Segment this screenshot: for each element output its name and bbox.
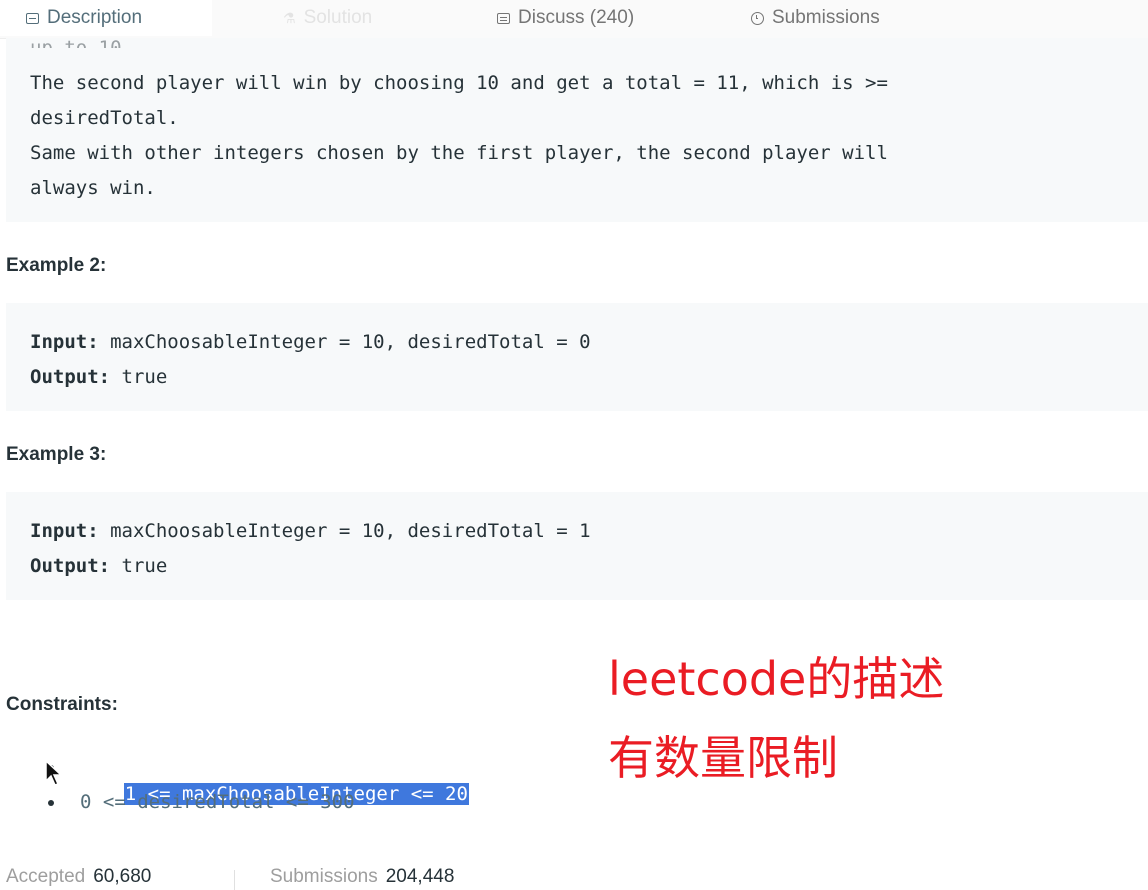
mouse-pointer-icon (45, 760, 63, 786)
example3-output-line: Output: true (30, 554, 167, 578)
tab-description[interactable]: Description (0, 0, 212, 36)
chat-icon (497, 12, 510, 24)
tab-solution-label: Solution (303, 7, 373, 28)
annotation-line-2: 有数量限制 (608, 731, 838, 785)
input-value: maxChoosableInteger = 10, desiredTotal =… (98, 331, 591, 353)
flask-icon: ⚗ (283, 10, 296, 26)
accepted-stat: Accepted 60,680 (6, 866, 151, 888)
tab-submissions-label: Submissions (772, 7, 880, 28)
tab-discuss[interactable]: Discuss (240) (497, 0, 634, 36)
example3-heading: Example 3: (6, 444, 107, 465)
tab-discuss-label: Discuss (240) (518, 7, 635, 28)
list-bullet (48, 800, 54, 806)
example2-output-line: Output: true (30, 365, 167, 389)
code-line: The second player will win by choosing 1… (30, 72, 888, 94)
annotation-line-1: leetcode的描述 (608, 652, 945, 706)
description-icon (26, 12, 39, 24)
code-line: up to 10. (30, 37, 133, 48)
example1-code-block: up to 10. The second player will win by … (6, 37, 1148, 222)
output-label: Output: (30, 366, 111, 388)
constraints-heading: Constraints: (6, 694, 118, 715)
input-value: maxChoosableInteger = 10, desiredTotal =… (98, 520, 591, 542)
submissions-stat: Submissions 204,448 (270, 866, 454, 888)
submissions-value: 204,448 (385, 866, 455, 887)
code-line: always win. (30, 177, 156, 199)
input-label: Input: (30, 331, 99, 353)
input-label: Input: (30, 520, 99, 542)
code-line: desiredTotal. (30, 107, 179, 129)
tab-solution[interactable]: ⚗ Solution (283, 0, 372, 36)
tab-bar: Description ⚗ Solution Discuss (240) Sub… (0, 0, 1148, 39)
stats-divider (234, 870, 235, 890)
output-label: Output: (30, 555, 111, 577)
accepted-value: 60,680 (93, 866, 152, 887)
example2-heading: Example 2: (6, 255, 107, 276)
code-line: Same with other integers chosen by the f… (30, 142, 888, 164)
tab-submissions[interactable]: Submissions (751, 0, 880, 36)
example3-input-line: Input: maxChoosableInteger = 10, desired… (30, 519, 591, 543)
tab-description-label: Description (47, 7, 143, 28)
example2-code-block: Input: maxChoosableInteger = 10, desired… (6, 303, 1148, 411)
output-value: true (110, 555, 168, 577)
example3-code-block: Input: maxChoosableInteger = 10, desired… (6, 492, 1148, 600)
accepted-label: Accepted (6, 866, 86, 887)
problem-description-page: Description ⚗ Solution Discuss (240) Sub… (0, 0, 1148, 890)
submissions-label: Submissions (270, 866, 378, 887)
example2-input-line: Input: maxChoosableInteger = 10, desired… (30, 330, 591, 354)
output-value: true (110, 366, 168, 388)
clock-icon (751, 11, 764, 25)
constraint-item-2[interactable]: 0 <= desiredTotal <= 300 (80, 789, 355, 815)
